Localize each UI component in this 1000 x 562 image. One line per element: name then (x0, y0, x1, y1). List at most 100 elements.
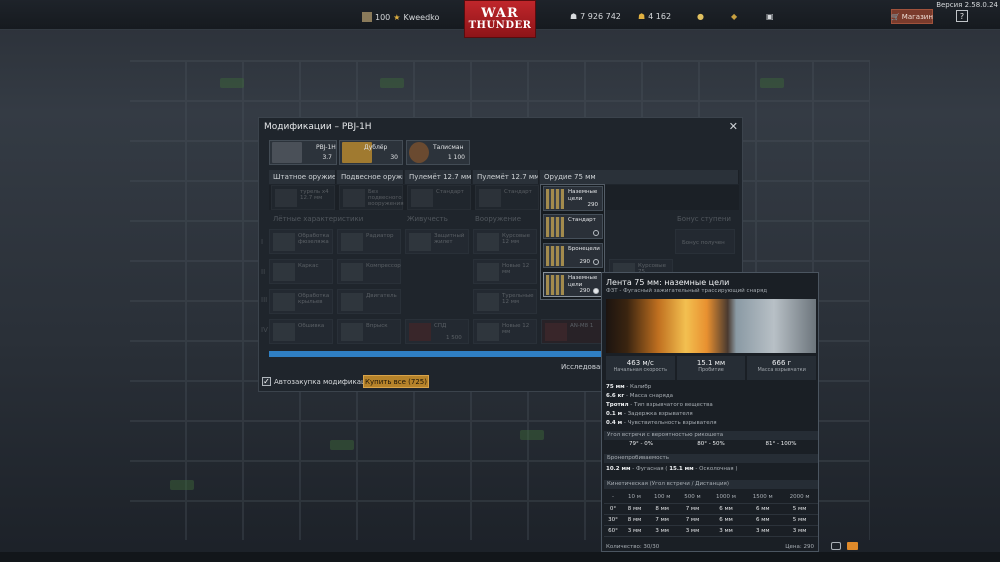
bottom-bar (0, 552, 1000, 562)
table-row: 60° 3 мм 3 мм 3 мм 3 мм 3 мм 3 мм (604, 525, 818, 537)
tier-label: III (261, 296, 268, 304)
ammo-option-selected[interactable]: Наземные цели 290 (543, 272, 603, 297)
background-mark (330, 440, 354, 450)
backup-slot[interactable]: Дублёр 30 (339, 140, 403, 165)
ammo-option[interactable]: Бронецели 290 (543, 243, 603, 268)
version-label: Версия 2.58.0.24 (936, 1, 998, 9)
background-mark (170, 480, 194, 490)
penetration-values: 10.2 мм - Фугасная ( 15.1 мм - Осколочна… (606, 466, 738, 472)
category-header: Пулемёт 12.7 мм (473, 170, 539, 184)
research-progress-bar (269, 351, 609, 357)
tooltip-title: Лента 75 мм: наземные цели (606, 278, 730, 287)
star-icon: ★ (393, 12, 401, 22)
lightbulb-icon[interactable]: ● (697, 12, 704, 21)
kinetic-header: Кинетическая (Угол встречи / Дистанция) (604, 480, 818, 489)
weapon-cell[interactable]: Стандарт (407, 185, 471, 210)
mod-cell[interactable]: Двигатель (337, 289, 401, 314)
cart-icon: 🛒 (891, 12, 900, 21)
ammo-option[interactable]: Наземные цели 290 (543, 186, 603, 211)
mail-icon[interactable] (847, 542, 858, 550)
mod-cell[interactable]: Радиатор (337, 229, 401, 254)
tier-label: I (261, 238, 264, 246)
ammo-price: Цена: 290 (785, 544, 814, 550)
shell-impact-image (606, 299, 816, 353)
checkbox-icon[interactable]: ✓ (262, 377, 271, 386)
mod-cell[interactable]: Обработка крыльев (269, 289, 333, 314)
player-rank: 100 (375, 12, 391, 22)
close-icon[interactable]: ✕ (729, 120, 738, 133)
game-logo[interactable]: WAR THUNDER (464, 0, 536, 38)
section-header: Живучесть (407, 215, 448, 223)
stats-row: 463 м/с Начальная скорость 15.1 мм Пробити… (606, 356, 817, 380)
help-button[interactable]: ? (956, 10, 968, 22)
player-info[interactable]: 100 ★ Kweedko (362, 12, 439, 22)
category-header: Штатное оружие (269, 170, 336, 184)
stat: 15.1 мм Пробитие (676, 356, 746, 380)
mod-cell[interactable]: Новые 12 мм (473, 319, 537, 344)
category-header: Орудие 75 мм (540, 170, 739, 184)
mod-cell[interactable]: Каркас (269, 259, 333, 284)
talisman-slot[interactable]: Талисман 1 100 (406, 140, 470, 165)
ammo-dropdown: Наземные цели 290 Стандарт Бронецели 290… (540, 184, 605, 300)
mod-cell[interactable]: Курсовые 12 мм (473, 229, 537, 254)
mod-cell[interactable]: СПД 1 500 (405, 319, 469, 344)
category-header: Пулемёт 12.7 мм (405, 170, 472, 184)
mod-cell[interactable]: Компрессор (337, 259, 401, 284)
background-mark (520, 430, 544, 440)
top-bar: Версия 2.58.0.24 100 ★ Kweedko WAR THUND… (0, 0, 1000, 38)
talisman-icon (409, 142, 429, 163)
mod-cell[interactable]: Новые 12 мм (473, 259, 537, 284)
background-mark (760, 78, 784, 88)
silver-lion-icon: ☗ (570, 12, 578, 21)
radio-icon[interactable] (593, 259, 599, 265)
background-mark (220, 78, 244, 88)
ammo-belt-icon (546, 189, 564, 209)
weapon-cell[interactable]: Стандарт (475, 185, 539, 210)
weapon-cell[interactable]: турель x4 12.7 мм (271, 185, 335, 210)
shell-properties: 75 мм - Калибр 6.6 кг - Масса снаряда Тр… (606, 384, 717, 426)
aircraft-slot[interactable]: PBJ-1H 3.7 (269, 140, 337, 165)
mod-cell[interactable]: Обшивка (269, 319, 333, 344)
mod-cell[interactable]: Защитный жилет (405, 229, 469, 254)
wiki-icon[interactable]: ▣ (766, 12, 774, 21)
radio-icon[interactable] (593, 230, 599, 236)
dialog-title: Модификации – PBJ-1H (264, 122, 372, 132)
mod-price: 1 500 (446, 335, 462, 341)
avatar (362, 12, 372, 22)
ammo-option[interactable]: Стандарт (543, 214, 603, 239)
buy-all-button[interactable]: Купить все (725) (363, 375, 429, 388)
stat: 463 м/с Начальная скорость (606, 356, 675, 380)
eagle-icon: ☗ (638, 12, 646, 21)
weapon-row: турель x4 12.7 мм Без подвесного вооруже… (269, 185, 739, 210)
table-row: 30° 8 мм 7 мм 7 мм 6 мм 6 мм 5 мм (604, 514, 818, 526)
mod-cell[interactable]: AN-M8 1 (541, 319, 605, 344)
premium-icon[interactable]: ◆ (731, 12, 737, 21)
penetration-header: Бронепробиваемость (604, 454, 818, 463)
mod-cell[interactable]: Турельные 12 мм (473, 289, 537, 314)
category-header: Подвесное оружие (337, 170, 404, 184)
golden-eagles[interactable]: ☗ 4 162 (638, 12, 671, 21)
ricochet-values: 79° - 0% 80° - 50% 81° - 100% (629, 441, 797, 447)
aircraft-icon (272, 142, 302, 163)
silver-lions[interactable]: ☗ 7 926 742 (570, 12, 621, 21)
autobuy-toggle[interactable]: ✓ Автозакупка модификаций (262, 377, 375, 386)
background-mark (380, 78, 404, 88)
mod-cell[interactable]: Впрыск (337, 319, 401, 344)
section-header: Лётные характеристики (273, 215, 364, 223)
tier-label: II (261, 268, 266, 276)
ammo-tooltip: Лента 75 мм: наземные цели ФЗТ - Фугасны… (601, 272, 819, 552)
radio-selected-icon[interactable] (593, 288, 599, 294)
ammo-belt-icon (546, 246, 564, 266)
tier-bonus: Бонус получен (675, 229, 735, 254)
mod-cell[interactable]: Обработка фюзеляжа (269, 229, 333, 254)
penetration-table: -10 м 100 м 500 м 1000 м 1500 м 2000 м 0° 8 мм… (604, 492, 818, 537)
table-row: -10 м 100 м 500 м 1000 м 1500 м 2000 м (604, 492, 818, 504)
weapon-cell[interactable]: Без подвесного вооружения (339, 185, 404, 210)
chat-icon[interactable] (831, 542, 841, 550)
tier-label: IV (261, 326, 268, 334)
shop-button[interactable]: 🛒 Магазин (891, 9, 933, 24)
username: Kweedko (403, 12, 440, 22)
stat: 666 г Масса взрывчатки (747, 356, 817, 380)
ammo-belt-icon (546, 275, 564, 295)
ammo-quantity: Количество: 30/30 (606, 544, 660, 550)
